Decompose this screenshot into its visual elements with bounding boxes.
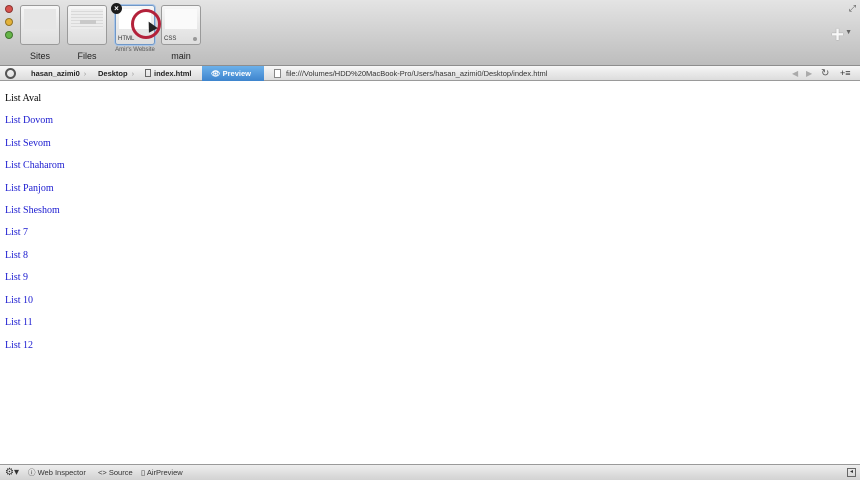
- list-link[interactable]: List Sevom: [5, 138, 51, 149]
- web-inspector-label: Web Inspector: [37, 468, 86, 477]
- css-tab-dot: [193, 37, 197, 41]
- list-link[interactable]: List 9: [5, 272, 28, 283]
- list-item: List 12: [5, 340, 33, 351]
- info-icon: ⓘ: [28, 468, 36, 477]
- page-icon: [274, 69, 281, 78]
- address-url: file:///Volumes/HDD%20MacBook-Pro/Users/…: [286, 69, 548, 78]
- list-link[interactable]: List 10: [5, 295, 33, 306]
- breadcrumb-separator-icon: ›: [83, 69, 87, 78]
- tab-files-label: Files: [77, 51, 97, 61]
- list-link[interactable]: List Dovom: [5, 115, 53, 126]
- list-item: List Sevom: [5, 138, 51, 149]
- files-thumbnail-bar: [80, 20, 96, 24]
- list-link[interactable]: List Sheshom: [5, 205, 60, 216]
- status-bar: ⚙▾ ⓘ Web Inspector <> Source ▯ AirPrevie…: [0, 464, 860, 480]
- breadcrumb-bar: hasan_azimi0 › Desktop › index.html 👁 Prev…: [0, 66, 860, 81]
- close-window-button[interactable]: [5, 5, 13, 13]
- list-link[interactable]: List 8: [5, 250, 28, 261]
- address-field[interactable]: file:///Volumes/HDD%20MacBook-Pro/Users/…: [272, 67, 788, 80]
- menu-icon[interactable]: +≡: [840, 66, 851, 81]
- list-item: List 8: [5, 250, 28, 261]
- zoom-window-button[interactable]: [5, 31, 13, 39]
- css-tab-tag: CSS: [164, 36, 177, 42]
- list-link[interactable]: List Panjom: [5, 183, 54, 194]
- list-link[interactable]: List 7: [5, 227, 28, 238]
- gear-icon[interactable]: ⚙▾: [5, 465, 19, 480]
- breadcrumb-file[interactable]: index.html: [145, 66, 192, 81]
- chevron-down-icon[interactable]: ▼: [845, 29, 852, 36]
- forward-arrow-icon[interactable]: ▶: [806, 66, 812, 81]
- html-tab-tag: HTML: [118, 36, 135, 42]
- tab-files[interactable]: [67, 5, 107, 45]
- sites-thumbnail: [24, 9, 56, 29]
- airpreview-label: AirPreview: [146, 468, 183, 477]
- css-thumbnail: [165, 9, 197, 29]
- eye-icon: 👁: [211, 69, 221, 78]
- file-icon: [145, 69, 151, 77]
- tab-css[interactable]: CSS: [161, 5, 201, 45]
- list-item: List 11: [5, 317, 33, 328]
- web-inspector-button[interactable]: ⓘ Web Inspector: [28, 465, 86, 480]
- preview-page: List Aval List Dovom List Sevom List Cha…: [0, 82, 860, 464]
- breadcrumb-user-label: hasan_azimi0: [31, 69, 80, 78]
- list-item: List Sheshom: [5, 205, 60, 216]
- tab-bar: HTML CSS × Sites Files Amir's Website ma…: [0, 0, 860, 66]
- tab-sites[interactable]: [20, 5, 60, 45]
- list-item: List Chaharom: [5, 160, 65, 171]
- list-item: List 9: [5, 272, 28, 283]
- code-icon: <>: [98, 468, 107, 477]
- collapse-panel-icon[interactable]: ◂: [847, 468, 856, 477]
- list-link[interactable]: List Chaharom: [5, 160, 65, 171]
- close-tab-icon[interactable]: ×: [111, 3, 122, 14]
- source-label: Source: [108, 468, 133, 477]
- breadcrumb-file-label: index.html: [154, 69, 192, 78]
- list-link[interactable]: List 12: [5, 340, 33, 351]
- preview-label: Preview: [222, 69, 251, 78]
- list-item: List 7: [5, 227, 28, 238]
- files-thumbnail: [71, 9, 103, 29]
- breadcrumb-separator-icon: ›: [131, 69, 135, 78]
- back-arrow-icon[interactable]: ◀: [792, 66, 798, 81]
- minimize-window-button[interactable]: [5, 18, 13, 26]
- source-button[interactable]: <> Source: [98, 465, 133, 480]
- tab-html-site-label: Amir's Website: [115, 47, 155, 53]
- list-item: List 10: [5, 295, 33, 306]
- breadcrumb-desktop-label: Desktop: [98, 69, 128, 78]
- breadcrumb-desktop[interactable]: Desktop ›: [98, 66, 134, 81]
- list-link[interactable]: List 11: [5, 317, 33, 328]
- tab-sites-label: Sites: [29, 51, 50, 61]
- list-item: List Aval: [5, 93, 42, 104]
- airpreview-button[interactable]: ▯ AirPreview: [141, 465, 183, 480]
- reload-icon[interactable]: ↻: [821, 66, 829, 81]
- device-icon: ▯: [141, 468, 146, 477]
- tab-main-label: main: [171, 51, 191, 61]
- eye-toggle-icon[interactable]: [5, 68, 16, 79]
- preview-mode-tab[interactable]: 👁 Preview: [202, 66, 264, 81]
- add-tab-button[interactable]: +: [831, 22, 844, 48]
- fullscreen-icon[interactable]: ⤢: [849, 3, 856, 14]
- list-item: List Panjom: [5, 183, 54, 194]
- list-item: List Dovom: [5, 115, 53, 126]
- breadcrumb-user[interactable]: hasan_azimi0 ›: [31, 66, 86, 81]
